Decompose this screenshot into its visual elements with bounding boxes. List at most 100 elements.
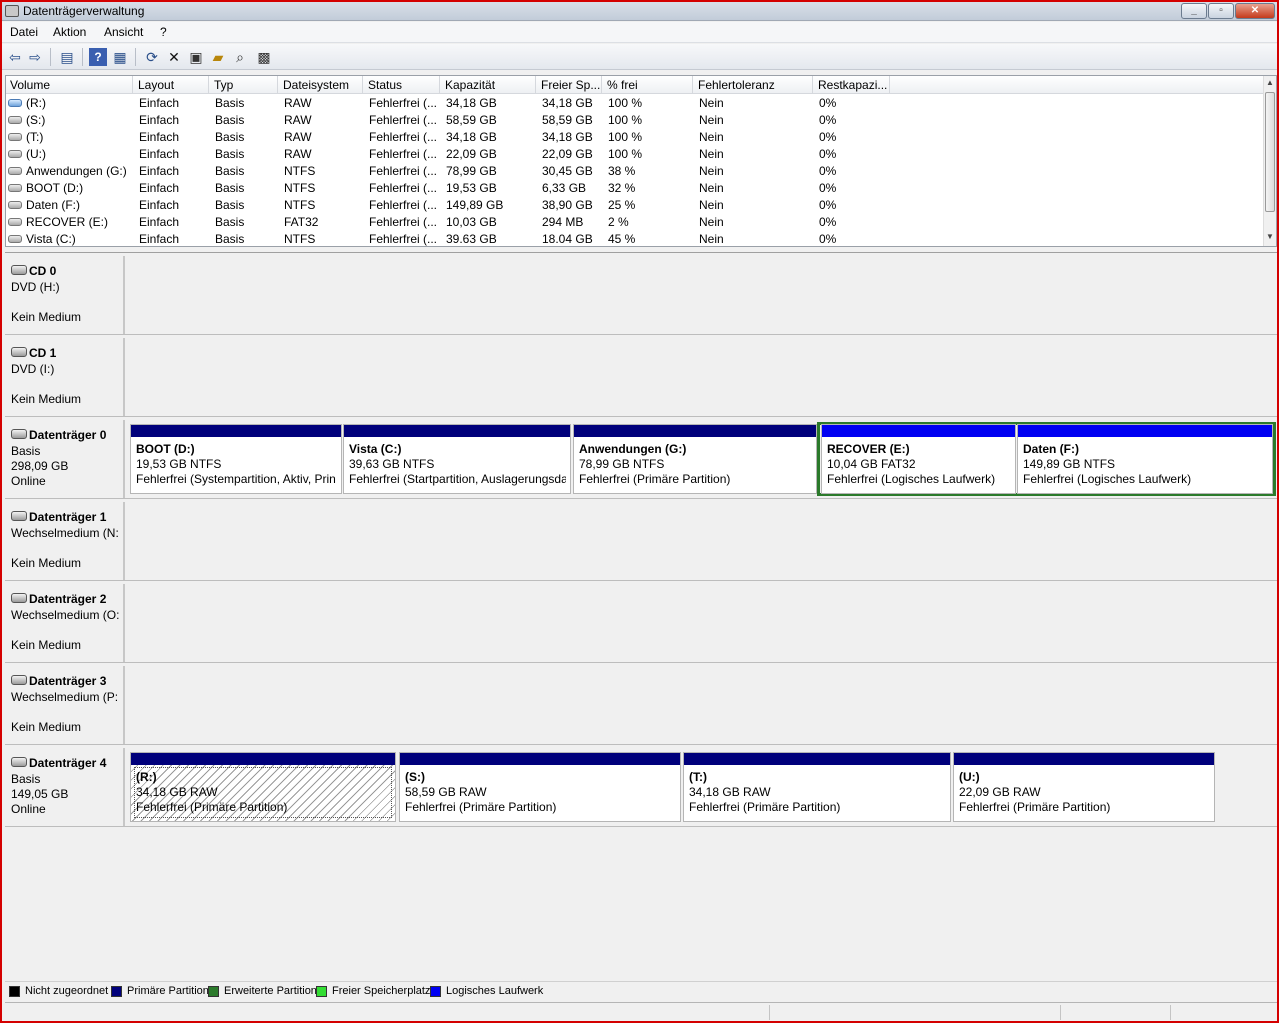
partition[interactable]: (U:) 22,09 GB RAW Fehlerfrei (Primäre Part… xyxy=(953,752,1215,822)
cell-status: Fehlerfrei (... xyxy=(369,198,437,212)
partition-status: Fehlerfrei (Logisches Laufwerk) xyxy=(1023,472,1192,486)
cell-cap: 39.63 GB xyxy=(446,232,497,246)
scroll-down-icon[interactable]: ▼ xyxy=(1266,232,1274,241)
partition-name: BOOT (D:) xyxy=(136,442,195,456)
disk-label[interactable]: Datenträger 1 Wechselmedium (N: Kein Mediu… xyxy=(5,502,125,580)
menu-datei[interactable]: Datei xyxy=(10,25,38,39)
maximize-button[interactable]: ▫ xyxy=(1208,3,1234,19)
cell-free: 38,90 GB xyxy=(542,198,593,212)
cell-typ: Basis xyxy=(215,164,245,178)
column-header-status[interactable]: Status xyxy=(368,78,402,92)
cell-status: Fehlerfrei (... xyxy=(369,181,437,195)
console-tree-icon[interactable]: ▤ xyxy=(58,48,76,66)
partition[interactable]: RECOVER (E:) 10,04 GB FAT32 Fehlerfrei (Lo… xyxy=(821,424,1016,494)
column-header-prozent-frei[interactable]: % frei xyxy=(607,78,638,92)
explore-icon[interactable]: ⌕ xyxy=(231,48,249,66)
column-header-fehlertoleranz[interactable]: Fehlertoleranz xyxy=(698,78,775,92)
forward-icon[interactable]: ⇨ xyxy=(26,48,44,66)
cell-typ: Basis xyxy=(215,96,245,110)
disk-partition-area xyxy=(128,256,1277,334)
cell-ft: Nein xyxy=(699,198,724,212)
cell-rest: 0% xyxy=(819,164,837,178)
cell-ft: Nein xyxy=(699,96,724,110)
volume-list[interactable]: Volume Layout Typ Dateisystem Status Kap… xyxy=(5,75,1277,247)
disk-partition-area: BOOT (D:) 19,53 GB NTFS Fehlerfrei (System… xyxy=(128,420,1277,498)
column-header-restkapazitaet[interactable]: Restkapazi... xyxy=(818,78,887,92)
disk-graphical-view: CD 0 DVD (H:) Kein Medium CD 1 DVD (I:) Kein … xyxy=(5,252,1277,979)
partition[interactable]: Daten (F:) 149,89 GB NTFS Fehlerfrei (Logi… xyxy=(1017,424,1273,494)
partition-size: 34,18 GB RAW xyxy=(689,785,771,799)
disk-label[interactable]: Datenträger 0 Basis 298,09 GB Online xyxy=(5,420,125,498)
volume-row[interactable]: Anwendungen (G:) Einfach Basis NTFS Fehlerfr… xyxy=(6,163,1264,180)
disk-info-line: Basis xyxy=(11,772,41,786)
volume-row[interactable]: RECOVER (E:) Einfach Basis FAT32 Fehlerfrei … xyxy=(6,214,1264,231)
close-button[interactable]: ✕ xyxy=(1235,3,1275,19)
partition[interactable]: (R:) 34,18 GB RAW Fehlerfrei (Primäre Part… xyxy=(130,752,396,822)
volume-icon xyxy=(8,150,22,158)
legend-label: Nicht zugeordnet xyxy=(25,985,109,997)
settings-icon[interactable]: ▩ xyxy=(255,48,273,66)
properties-icon[interactable]: ▣ xyxy=(187,48,205,66)
primary-partition-bar xyxy=(131,753,395,765)
menu-ansicht[interactable]: Ansicht xyxy=(104,25,143,39)
legend-label: Erweiterte Partition xyxy=(224,985,317,997)
legend-label: Freier Speicherplatz xyxy=(332,985,431,997)
column-header-volume[interactable]: Volume xyxy=(10,78,50,92)
cell-rest: 0% xyxy=(819,96,837,110)
cell-status: Fehlerfrei (... xyxy=(369,96,437,110)
menu-aktion[interactable]: Aktion xyxy=(53,25,86,39)
minimize-button[interactable]: _ xyxy=(1181,3,1207,19)
disk-label[interactable]: Datenträger 2 Wechselmedium (O: Kein Mediu… xyxy=(5,584,125,662)
disk-info-line: Kein Medium xyxy=(11,720,82,734)
partition-name: (T:) xyxy=(689,770,707,784)
open-icon[interactable]: ▰ xyxy=(209,48,227,66)
volume-row[interactable]: BOOT (D:) Einfach Basis NTFS Fehlerfrei (...… xyxy=(6,180,1264,197)
volume-row[interactable]: Daten (F:) Einfach Basis NTFS Fehlerfrei (..… xyxy=(6,197,1264,214)
disk-drive-icon xyxy=(11,593,27,603)
column-header-dateisystem[interactable]: Dateisystem xyxy=(283,78,349,92)
properties-view-icon[interactable]: ▦ xyxy=(111,48,129,66)
disk-label[interactable]: CD 0 DVD (H:) Kein Medium xyxy=(5,256,125,334)
disk-row: Datenträger 0 Basis 298,09 GB Online BOOT (D… xyxy=(5,417,1277,499)
partition-name: Anwendungen (G:) xyxy=(579,442,687,456)
cell-fs: NTFS xyxy=(284,181,316,195)
scrollbar-thumb[interactable] xyxy=(1265,92,1275,212)
volume-row[interactable]: Vista (C:) Einfach Basis NTFS Fehlerfrei (..… xyxy=(6,231,1264,248)
partition[interactable]: Vista (C:) 39,63 GB NTFS Fehlerfrei (Start… xyxy=(343,424,571,494)
help-icon[interactable]: ? xyxy=(89,48,107,66)
menu-help[interactable]: ? xyxy=(160,25,167,39)
column-header-freier-speicher[interactable]: Freier Sp... xyxy=(541,78,600,92)
partition[interactable]: BOOT (D:) 19,53 GB NTFS Fehlerfrei (System… xyxy=(130,424,342,494)
disk-drive-icon xyxy=(11,511,27,521)
disk-info-line: Online xyxy=(11,802,46,816)
disk-row: CD 1 DVD (I:) Kein Medium xyxy=(5,335,1277,417)
volume-row[interactable]: (U:) Einfach Basis RAW Fehlerfrei (... 22,09 … xyxy=(6,146,1264,163)
partition[interactable]: Anwendungen (G:) 78,99 GB NTFS Fehlerfrei … xyxy=(573,424,817,494)
cell-rest: 0% xyxy=(819,198,837,212)
partition[interactable]: (S:) 58,59 GB RAW Fehlerfrei (Primäre Part… xyxy=(399,752,681,822)
partition[interactable]: (T:) 34,18 GB RAW Fehlerfrei (Primäre Part… xyxy=(683,752,951,822)
volume-list-scrollbar[interactable]: ▲ ▼ xyxy=(1263,76,1276,246)
disk-name: CD 0 xyxy=(29,264,57,278)
cell-status: Fehlerfrei (... xyxy=(369,164,437,178)
delete-icon[interactable]: ✕ xyxy=(165,48,183,66)
legend-label: Primäre Partition xyxy=(127,985,209,997)
refresh-icon[interactable]: ⟳ xyxy=(143,48,161,66)
volume-row[interactable]: (T:) Einfach Basis RAW Fehlerfrei (... 34,18 … xyxy=(6,129,1264,146)
partition-size: 39,63 GB NTFS xyxy=(349,457,435,471)
column-header-typ[interactable]: Typ xyxy=(214,78,233,92)
disk-info-line: Wechselmedium (P: xyxy=(11,690,119,704)
cell-pct: 38 % xyxy=(608,164,636,178)
disk-partition-area xyxy=(128,502,1277,580)
column-header-layout[interactable]: Layout xyxy=(138,78,174,92)
column-header-kapazitaet[interactable]: Kapazität xyxy=(445,78,495,92)
volume-row[interactable]: (S:) Einfach Basis RAW Fehlerfrei (... 58,59 … xyxy=(6,112,1264,129)
disk-label[interactable]: CD 1 DVD (I:) Kein Medium xyxy=(5,338,125,416)
volume-row[interactable]: (R:) Einfach Basis RAW Fehlerfrei (... 34,18 … xyxy=(6,95,1264,112)
disk-label[interactable]: Datenträger 4 Basis 149,05 GB Online xyxy=(5,748,125,826)
disk-label[interactable]: Datenträger 3 Wechselmedium (P: Kein Mediu… xyxy=(5,666,125,744)
scroll-up-icon[interactable]: ▲ xyxy=(1266,78,1274,87)
disk-name: Datenträger 2 xyxy=(29,592,107,606)
back-icon[interactable]: ⇦ xyxy=(6,48,24,66)
legend: Nicht zugeordnet Primäre Partition Erwei… xyxy=(5,981,1277,999)
